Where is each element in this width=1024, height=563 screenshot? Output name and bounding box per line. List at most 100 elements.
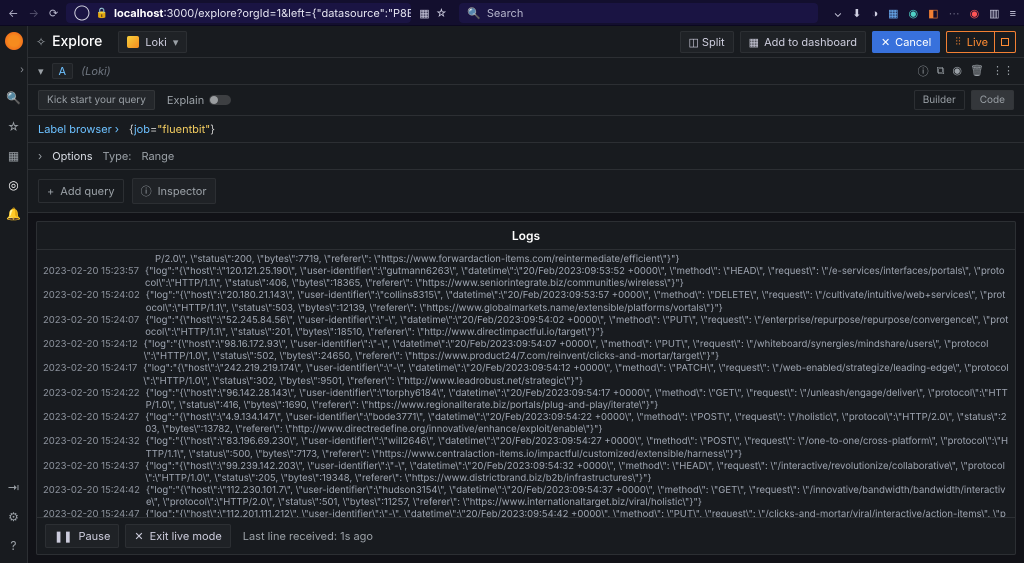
log-line[interactable]: 2023-02-20 15:24:17{"log":"{\"host\":\"2… [43,363,1009,387]
config-icon[interactable]: ⚙ [8,509,19,524]
log-line[interactable]: 2023-02-20 15:24:02{"log":"{\"host\":\"2… [43,290,1009,314]
url-bar[interactable]: ◯ 🔒 localhost:3000/explore?orgId=1&left=… [66,3,411,23]
logs-body[interactable]: P/2.0\", \"status\":200, \"bytes\":7719,… [37,250,1015,517]
log-timestamp: 2023-02-20 15:23:57 [43,266,139,290]
ext3-icon[interactable]: ◧ [928,6,938,20]
cancel-button[interactable]: ✕ Cancel [872,31,940,53]
add-query-button[interactable]: + Add query [38,179,124,203]
loki-logo-icon [127,36,139,48]
log-line[interactable]: 2023-02-20 15:24:07{"log":"{\"host\":\"5… [43,315,1009,339]
log-message: {"log":"{\"host\":\"120.121.25.190\", \"… [145,266,1009,290]
inspector-button[interactable]: ⓘ Inspector [132,178,216,204]
logs-panel: Logs P/2.0\", \"status\":200, \"bytes\":… [36,221,1016,555]
grafana-logo-icon[interactable] [5,32,23,50]
url-text: localhost:3000/explore?orgId=1&left={"da… [114,6,411,20]
star-icon[interactable]: ☆ [7,119,20,134]
last-line-received: Last line received: 1s ago [243,529,373,543]
search-icon: 🔍 [467,6,481,20]
options-label: Options [52,149,92,163]
log-line[interactable]: 2023-02-20 15:24:37{"log":"{\"host\":\"9… [43,461,1009,485]
log-line[interactable]: 2023-02-20 15:24:42{"log":"{\"host\":\"1… [43,485,1009,509]
split-button[interactable]: ◫ Split [680,31,734,53]
ext5-icon[interactable]: ◉ [970,6,980,20]
split-icon: ◫ [689,35,697,49]
datasource-picker[interactable]: Loki ▾ [118,31,187,53]
add-to-dashboard-button[interactable]: ▦ Add to dashboard [740,31,866,53]
log-timestamp: 2023-02-20 15:24:22 [43,388,140,412]
account-icon[interactable]: ◑ [871,6,878,20]
query-expression[interactable]: {job="fluentbit"} [129,122,215,136]
query-ds-label: (Loki) [81,64,111,78]
log-message: {"log":"{\"host\":\"20.180.21.143\", \"u… [146,290,1009,314]
query-editor: ▾ A (Loki) ⓘ ⧉ ◉ 🗑 ⋮⋮ Kick start your qu… [28,58,1024,213]
pause-button[interactable]: ❚❚ Pause [45,524,119,548]
alerting-icon[interactable]: 🔔 [6,206,21,221]
live-stop-button[interactable] [994,32,1015,52]
query-help-icon[interactable]: ⓘ [918,63,929,79]
nav-forward-icon[interactable]: → [29,6,40,20]
query-copy-icon[interactable]: ⧉ [937,63,945,79]
log-message: {"log":"{\"host\":\"242.219.219.174\", \… [143,363,1009,387]
ext6-icon[interactable]: ▥ [989,6,999,20]
exit-live-button[interactable]: ✕ Exit live mode [125,524,230,548]
plus-icon: + [47,184,54,198]
explore-icon[interactable]: ◎ [8,177,18,192]
browser-search[interactable]: 🔍 Search [459,3,818,23]
log-message: {"log":"{\"host\":\"98.16.172.93\", \"us… [144,339,1009,363]
ext2-icon[interactable]: ◉ [909,6,919,20]
log-timestamp: 2023-02-20 15:24:17 [43,363,137,387]
datasource-name: Loki [145,35,167,49]
kick-start-button[interactable]: Kick start your query [38,90,155,110]
profile-icon[interactable]: ⇥ [7,480,19,495]
download-icon[interactable]: ⬇ [852,6,861,20]
query-ref-id[interactable]: A [52,63,74,79]
live-button[interactable]: ⫶⫶ Live [946,31,1016,53]
builder-tab[interactable]: Builder [914,90,965,110]
log-line[interactable]: 2023-02-20 15:24:32{"log":"{\"host\":\"8… [43,436,1009,460]
ext1-icon[interactable]: ▦ [888,6,898,20]
expand-icon[interactable]: › [20,64,24,76]
query-delete-icon[interactable]: 🗑 [970,63,984,79]
log-line[interactable]: 2023-02-20 15:24:12{"log":"{\"host\":\"9… [43,339,1009,363]
reader-icon[interactable]: ▦ [419,6,429,20]
ext4-icon[interactable]: ⋯ [949,6,960,20]
explain-toggle[interactable]: Explain [167,93,231,107]
logs-footer: ❚❚ Pause ✕ Exit live mode Last line rece… [37,517,1015,554]
page-header: ✧ Explore Loki ▾ ◫ Split ▦ Add to dashbo… [28,26,1024,58]
log-message: {"log":"{\"host\":\"4.9.134.147\", \"use… [145,412,1009,436]
nav-back-icon[interactable]: ← [8,6,19,20]
browser-chrome: ← → ⟳ ◯ 🔒 localhost:3000/explore?orgId=1… [0,0,1024,26]
collapse-icon[interactable]: ▾ [38,64,44,78]
log-message: {"log":"{\"host\":\"99.239.142.203\", \"… [145,461,1009,485]
search-placeholder: Search [487,6,524,20]
pocket-icon[interactable]: ⌄ [834,6,843,20]
star-icon[interactable]: ☆ [436,6,448,20]
toggle-switch[interactable] [209,95,231,105]
shield-icon: ◯ [74,6,89,20]
code-tab[interactable]: Code [971,90,1014,110]
log-line[interactable]: 2023-02-20 15:24:47{"log":"{\"host\":\"1… [43,509,1009,517]
log-line[interactable]: 2023-02-20 15:24:22{"log":"{\"host\":\"9… [43,388,1009,412]
help-icon[interactable]: ? [10,538,16,553]
log-timestamp: 2023-02-20 15:24:27 [43,412,139,436]
compass-icon: ✧ [36,34,46,49]
search-icon[interactable]: 🔍 [6,90,21,105]
dashboards-icon[interactable]: ▦ [8,148,19,163]
query-disable-icon[interactable]: ◉ [952,63,962,79]
log-message: {"log":"{\"host\":\"112.230.101.7\", \"u… [146,485,1009,509]
query-options-row[interactable]: › Options Type: Range [28,142,1024,169]
query-actions-row: + Add query ⓘ Inspector [28,169,1024,212]
log-timestamp: 2023-02-20 15:24:07 [43,315,139,339]
apps-icon: ▦ [749,35,759,49]
query-drag-icon[interactable]: ⋮⋮ [992,63,1014,79]
app-sidebar: › 🔍 ☆ ▦ ◎ 🔔 ⇥ ⚙ ? [0,26,28,563]
nav-reload-icon[interactable]: ⟳ [49,6,58,20]
page-title: Explore [52,33,102,50]
hamburger-icon[interactable]: ≡ [1010,6,1016,20]
log-timestamp: 2023-02-20 15:24:12 [43,339,138,363]
lock-icon: 🔒 [96,7,108,19]
log-line[interactable]: 2023-02-20 15:23:57{"log":"{\"host\":\"1… [43,266,1009,290]
options-type-label: Type: [103,149,132,163]
log-line[interactable]: 2023-02-20 15:24:27{"log":"{\"host\":\"4… [43,412,1009,436]
label-browser-button[interactable]: Label browser› [38,122,119,136]
